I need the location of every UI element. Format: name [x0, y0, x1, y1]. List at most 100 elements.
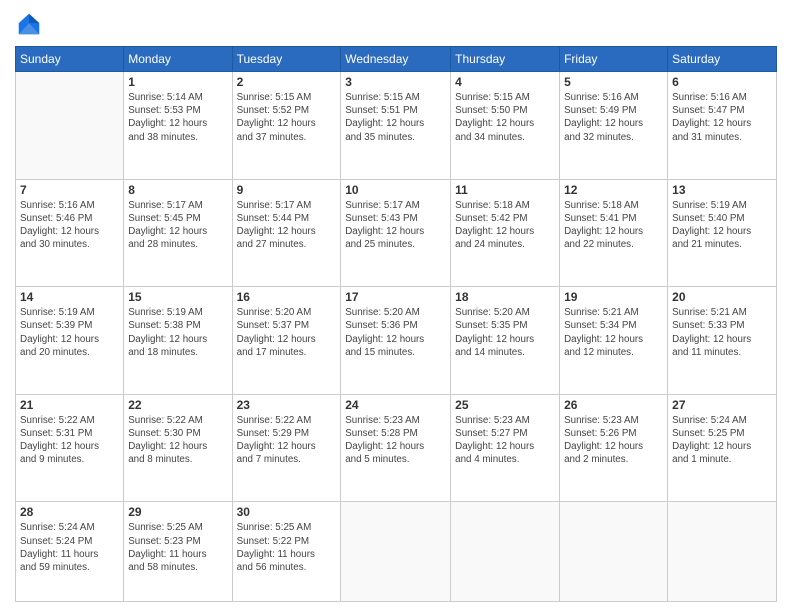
weekday-header-thursday: Thursday — [451, 47, 560, 72]
calendar-table: SundayMondayTuesdayWednesdayThursdayFrid… — [15, 46, 777, 602]
calendar-cell: 1 Sunrise: 5:14 AM Sunset: 5:53 PM Daylig… — [124, 72, 232, 180]
calendar-cell: 24 Sunrise: 5:23 AM Sunset: 5:28 PM Dayli… — [341, 394, 451, 502]
calendar-cell: 27Sunrise: 5:24 AM Sunset: 5:25 PM Dayli… — [668, 394, 777, 502]
weekday-header-row: SundayMondayTuesdayWednesdayThursdayFrid… — [16, 47, 777, 72]
day-number: 2 — [237, 75, 337, 89]
day-info: Sunrise: 5:18 AM Sunset: 5:41 PM Dayligh… — [564, 199, 663, 252]
day-number: 19 — [564, 290, 663, 304]
week-row-3: 14 Sunrise: 5:19 AM Sunset: 5:39 PM Dayli… — [16, 287, 777, 395]
day-info: Sunrise: 5:19 AM Sunset: 5:39 PM Dayligh… — [20, 306, 119, 359]
day-number: 16 — [237, 290, 337, 304]
calendar-cell: 4 Sunrise: 5:15 AM Sunset: 5:50 PM Daylig… — [451, 72, 560, 180]
calendar-cell: 19 Sunrise: 5:21 AM Sunset: 5:34 PM Dayli… — [560, 287, 668, 395]
weekday-header-tuesday: Tuesday — [232, 47, 341, 72]
weekday-header-friday: Friday — [560, 47, 668, 72]
calendar-cell: 9 Sunrise: 5:17 AM Sunset: 5:44 PM Daylig… — [232, 179, 341, 287]
day-info: Sunrise: 5:15 AM Sunset: 5:51 PM Dayligh… — [345, 91, 446, 144]
day-number: 11 — [455, 183, 555, 197]
calendar-cell: 16 Sunrise: 5:20 AM Sunset: 5:37 PM Dayli… — [232, 287, 341, 395]
week-row-2: 7 Sunrise: 5:16 AM Sunset: 5:46 PM Daylig… — [16, 179, 777, 287]
calendar-cell: 3 Sunrise: 5:15 AM Sunset: 5:51 PM Daylig… — [341, 72, 451, 180]
day-number: 17 — [345, 290, 446, 304]
day-info: Sunrise: 5:23 AM Sunset: 5:26 PM Dayligh… — [564, 414, 663, 467]
day-number: 8 — [128, 183, 227, 197]
logo — [15, 10, 47, 38]
header — [15, 10, 777, 38]
logo-icon — [15, 10, 43, 38]
day-info: Sunrise: 5:24 AM Sunset: 5:24 PM Dayligh… — [20, 521, 119, 574]
day-number: 20 — [672, 290, 772, 304]
day-number: 13 — [672, 183, 772, 197]
week-row-5: 28 Sunrise: 5:24 AM Sunset: 5:24 PM Dayli… — [16, 502, 777, 602]
day-info: Sunrise: 5:22 AM Sunset: 5:29 PM Dayligh… — [237, 414, 337, 467]
calendar-cell: 26 Sunrise: 5:23 AM Sunset: 5:26 PM Dayli… — [560, 394, 668, 502]
day-info: Sunrise: 5:25 AM Sunset: 5:22 PM Dayligh… — [237, 521, 337, 574]
day-info: Sunrise: 5:16 AM Sunset: 5:49 PM Dayligh… — [564, 91, 663, 144]
day-number: 18 — [455, 290, 555, 304]
day-number: 6 — [672, 75, 772, 89]
calendar-cell: 20 Sunrise: 5:21 AM Sunset: 5:33 PM Dayli… — [668, 287, 777, 395]
day-info: Sunrise: 5:17 AM Sunset: 5:44 PM Dayligh… — [237, 199, 337, 252]
day-number: 7 — [20, 183, 119, 197]
day-info: Sunrise: 5:14 AM Sunset: 5:53 PM Dayligh… — [128, 91, 227, 144]
calendar-cell: 22 Sunrise: 5:22 AM Sunset: 5:30 PM Dayli… — [124, 394, 232, 502]
day-info: Sunrise: 5:22 AM Sunset: 5:30 PM Dayligh… — [128, 414, 227, 467]
day-info: Sunrise: 5:18 AM Sunset: 5:42 PM Dayligh… — [455, 199, 555, 252]
day-number: 3 — [345, 75, 446, 89]
day-info: Sunrise: 5:22 AM Sunset: 5:31 PM Dayligh… — [20, 414, 119, 467]
weekday-header-wednesday: Wednesday — [341, 47, 451, 72]
calendar-cell: 18 Sunrise: 5:20 AM Sunset: 5:35 PM Dayli… — [451, 287, 560, 395]
calendar-cell — [341, 502, 451, 602]
calendar-cell — [668, 502, 777, 602]
day-number: 28 — [20, 505, 119, 519]
day-number: 9 — [237, 183, 337, 197]
day-number: 27 — [672, 398, 772, 412]
day-number: 10 — [345, 183, 446, 197]
day-info: Sunrise: 5:20 AM Sunset: 5:35 PM Dayligh… — [455, 306, 555, 359]
calendar-cell: 11 Sunrise: 5:18 AM Sunset: 5:42 PM Dayli… — [451, 179, 560, 287]
week-row-1: 1 Sunrise: 5:14 AM Sunset: 5:53 PM Daylig… — [16, 72, 777, 180]
day-number: 30 — [237, 505, 337, 519]
day-info: Sunrise: 5:20 AM Sunset: 5:37 PM Dayligh… — [237, 306, 337, 359]
calendar-cell: 15 Sunrise: 5:19 AM Sunset: 5:38 PM Dayli… — [124, 287, 232, 395]
day-number: 29 — [128, 505, 227, 519]
day-info: Sunrise: 5:17 AM Sunset: 5:43 PM Dayligh… — [345, 199, 446, 252]
day-info: Sunrise: 5:15 AM Sunset: 5:50 PM Dayligh… — [455, 91, 555, 144]
calendar-cell: 5 Sunrise: 5:16 AM Sunset: 5:49 PM Daylig… — [560, 72, 668, 180]
day-number: 1 — [128, 75, 227, 89]
calendar-cell — [16, 72, 124, 180]
calendar-cell: 25 Sunrise: 5:23 AM Sunset: 5:27 PM Dayli… — [451, 394, 560, 502]
day-number: 21 — [20, 398, 119, 412]
calendar-cell: 8Sunrise: 5:17 AM Sunset: 5:45 PM Daylig… — [124, 179, 232, 287]
day-info: Sunrise: 5:21 AM Sunset: 5:33 PM Dayligh… — [672, 306, 772, 359]
day-number: 22 — [128, 398, 227, 412]
day-info: Sunrise: 5:21 AM Sunset: 5:34 PM Dayligh… — [564, 306, 663, 359]
weekday-header-saturday: Saturday — [668, 47, 777, 72]
calendar-cell: 30 Sunrise: 5:25 AM Sunset: 5:22 PM Dayli… — [232, 502, 341, 602]
calendar-cell — [560, 502, 668, 602]
day-number: 25 — [455, 398, 555, 412]
day-number: 4 — [455, 75, 555, 89]
day-info: Sunrise: 5:16 AM Sunset: 5:47 PM Dayligh… — [672, 91, 772, 144]
day-info: Sunrise: 5:19 AM Sunset: 5:38 PM Dayligh… — [128, 306, 227, 359]
day-info: Sunrise: 5:25 AM Sunset: 5:23 PM Dayligh… — [128, 521, 227, 574]
day-info: Sunrise: 5:16 AM Sunset: 5:46 PM Dayligh… — [20, 199, 119, 252]
day-number: 5 — [564, 75, 663, 89]
day-number: 26 — [564, 398, 663, 412]
day-info: Sunrise: 5:20 AM Sunset: 5:36 PM Dayligh… — [345, 306, 446, 359]
day-number: 14 — [20, 290, 119, 304]
calendar-cell: 29 Sunrise: 5:25 AM Sunset: 5:23 PM Dayli… — [124, 502, 232, 602]
day-info: Sunrise: 5:15 AM Sunset: 5:52 PM Dayligh… — [237, 91, 337, 144]
calendar-cell: 23 Sunrise: 5:22 AM Sunset: 5:29 PM Dayli… — [232, 394, 341, 502]
day-info: Sunrise: 5:23 AM Sunset: 5:28 PM Dayligh… — [345, 414, 446, 467]
day-number: 12 — [564, 183, 663, 197]
day-number: 24 — [345, 398, 446, 412]
day-info: Sunrise: 5:23 AM Sunset: 5:27 PM Dayligh… — [455, 414, 555, 467]
calendar-cell: 12 Sunrise: 5:18 AM Sunset: 5:41 PM Dayli… — [560, 179, 668, 287]
calendar-cell: 21 Sunrise: 5:22 AM Sunset: 5:31 PM Dayli… — [16, 394, 124, 502]
day-number: 23 — [237, 398, 337, 412]
day-info: Sunrise: 5:19 AM Sunset: 5:40 PM Dayligh… — [672, 199, 772, 252]
calendar-cell: 13 Sunrise: 5:19 AM Sunset: 5:40 PM Dayli… — [668, 179, 777, 287]
calendar-cell: 28 Sunrise: 5:24 AM Sunset: 5:24 PM Dayli… — [16, 502, 124, 602]
day-number: 15 — [128, 290, 227, 304]
